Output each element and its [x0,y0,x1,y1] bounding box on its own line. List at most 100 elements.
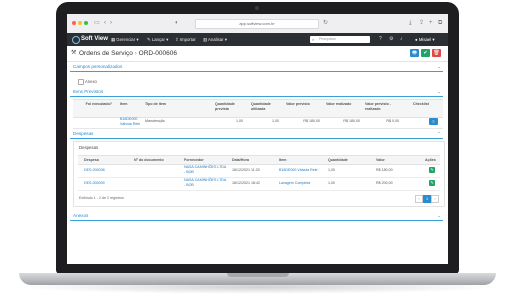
column-header: Fornecedor [184,157,204,162]
search-input[interactable]: ⌕ Pesquisar [310,36,370,43]
back-arrow-icon[interactable]: ‹ [104,19,106,27]
column-header: Tipo de item [145,102,167,106]
section-custom-fields[interactable]: Campos personalizados ⌄ [70,63,443,72]
edit-icon: ✎ [430,180,434,185]
user-icon: ● [415,37,418,42]
column-header: Valor previsto - realizado [365,102,391,111]
item-link[interactable]: B16DE000 Válvula Rele [120,117,142,126]
chevron-down-icon[interactable]: ⌄ [437,212,441,220]
reload-icon[interactable]: ↻ [323,19,328,27]
menu-importar[interactable]: ⇧ Importar [175,36,196,43]
column-header: Quantidade [328,157,348,162]
edit-expense-button[interactable]: ✎ [429,180,435,186]
camera-dot [255,6,259,10]
page-1-button[interactable]: 1 [423,195,431,203]
sidebar-toggle-icon[interactable]: ▭ [94,19,100,27]
column-header: Foi executado? [85,102,112,106]
minimize-window-button[interactable] [78,21,82,25]
address-bar[interactable]: app.softview.com.br [195,19,319,29]
next-page-button[interactable]: › [431,195,439,203]
column-header: Valor realizado [326,102,352,106]
expense-link[interactable]: DES-000039 [84,181,105,186]
expense-qty: 1,00 [328,181,335,185]
panel-title: Despesas [79,145,99,150]
help-icon[interactable]: ? [379,35,382,44]
share-icon[interactable]: ⇪ [419,18,424,28]
expense-value: R$ 200,00 [376,181,393,185]
tab-overview-icon[interactable]: ⧉ [438,18,442,28]
anexo-label: Anexo [85,79,97,84]
laptop-screen: ▭ ‹ › ◐ app.softview.com.br ↻ ⤓ ⇪ + ⧉ So… [67,14,448,264]
column-header: Nº do documento [134,157,164,162]
upload-icon: ⇧ [175,37,179,42]
prev-page-button[interactable]: ‹ [415,195,423,203]
download-icon[interactable]: ⤓ [409,18,412,28]
delete-button[interactable]: 🗑 [432,49,441,57]
item-link[interactable]: B16DE000 Válvula Rele [279,168,318,173]
table-row: DES-000039 NASA CAMINHÕES LTDA - BOB 18/… [78,177,440,191]
column-header: Ações [425,157,436,162]
menu-gerenciar[interactable]: ▦ Gerenciar ▾ [111,36,138,43]
item-link[interactable]: Lavagem Completa [279,181,310,186]
qty-planned: 1,00 [236,119,243,123]
maximize-window-button[interactable] [84,21,88,25]
column-header: Item [120,102,128,106]
gear-icon[interactable]: ⚙ [389,35,393,44]
qty-used: 1,00 [272,119,279,123]
pagination-info: Exibindo 1 - 2 de 2 registros [79,196,124,200]
list-icon: ≡ [432,119,435,124]
expenses-panel: Despesas Despesa Nº do documento Fornece… [73,141,445,207]
breadcrumb-separator: › [134,50,137,57]
column-header: Valor previsto [286,102,310,106]
print-icon: 🖶 [412,50,417,56]
edit-icon: ✎ [147,37,151,42]
record-id: ORD-000606 [138,50,177,57]
page-title[interactable]: Ordens de Serviço [79,50,133,57]
forward-arrow-icon[interactable]: › [110,19,112,27]
expense-link[interactable]: DES-000038 [84,168,105,173]
supplier-link[interactable]: NASA CAMINHÕES LTDA - BOB [184,165,228,174]
section-attachments[interactable]: Anexos ⌄ [70,212,443,221]
expense-date: 18/12/2021 18:42 [232,181,260,185]
section-expenses[interactable]: Despesas ⌃ [70,130,443,139]
search-icon: ⌕ [312,37,315,42]
row-action-button[interactable]: ≡ [429,118,438,125]
anexo-checkbox[interactable] [78,79,84,85]
browser-toolbar: ▭ ‹ › ◐ app.softview.com.br ↻ ⤓ ⇪ + ⧉ [67,14,448,34]
building-icon: ▦ [111,37,116,42]
chevron-down-icon[interactable]: ⌄ [437,63,441,71]
section-title: Despesas [73,131,94,136]
new-tab-icon[interactable]: + [429,18,433,28]
menu-lancar[interactable]: ✎ Lançar ▾ [147,36,168,43]
column-header: Valor [376,157,385,162]
chevron-up-icon[interactable]: ⌃ [437,130,441,138]
table-row: B16DE000 Válvula Rele Manutenção 1,00 1,… [73,116,443,129]
menu-analisar[interactable]: ▥ Analisar ▾ [203,36,227,43]
service-order-icon: ⚒ [71,50,77,56]
menu-label: Importar [179,37,196,42]
section-title: Itens Previstos [73,89,104,94]
chevron-down-icon[interactable]: ⌄ [437,88,441,96]
item-type: Manutenção [145,119,165,123]
column-header: Item [279,157,287,162]
close-window-button[interactable] [72,21,76,25]
privacy-shield-icon: ◐ [175,20,179,26]
logo-icon [72,36,80,44]
breadcrumb: Ordens de Serviço › ORD-000606 [79,49,177,58]
column-header: Quantidade prevista [215,102,235,111]
user-name: Misael ▾ [418,37,435,42]
page-header: ⚒ Ordens de Serviço › ORD-000606 🖶 ✔ 🗑 [67,46,448,62]
column-header: Data/Hora [232,157,249,162]
user-menu[interactable]: ● Misael ▾ [415,36,435,43]
supplier-link[interactable]: NASA CAMINHÕES LTDA - BOB [184,178,228,187]
value-diff: R$ 0,00 [386,119,399,123]
expense-qty: 1,00 [328,168,335,172]
column-header: Despesa [84,157,99,162]
section-planned-items[interactable]: Itens Previstos ⌄ [70,88,443,97]
value-planned: R$ 180,00 [303,119,320,123]
edit-expense-button[interactable]: ✎ [429,167,435,173]
bell-icon[interactable]: ♪ [400,35,403,44]
confirm-button[interactable]: ✔ [421,49,430,57]
print-button[interactable]: 🖶 [410,49,419,57]
check-icon: ✔ [423,50,428,56]
